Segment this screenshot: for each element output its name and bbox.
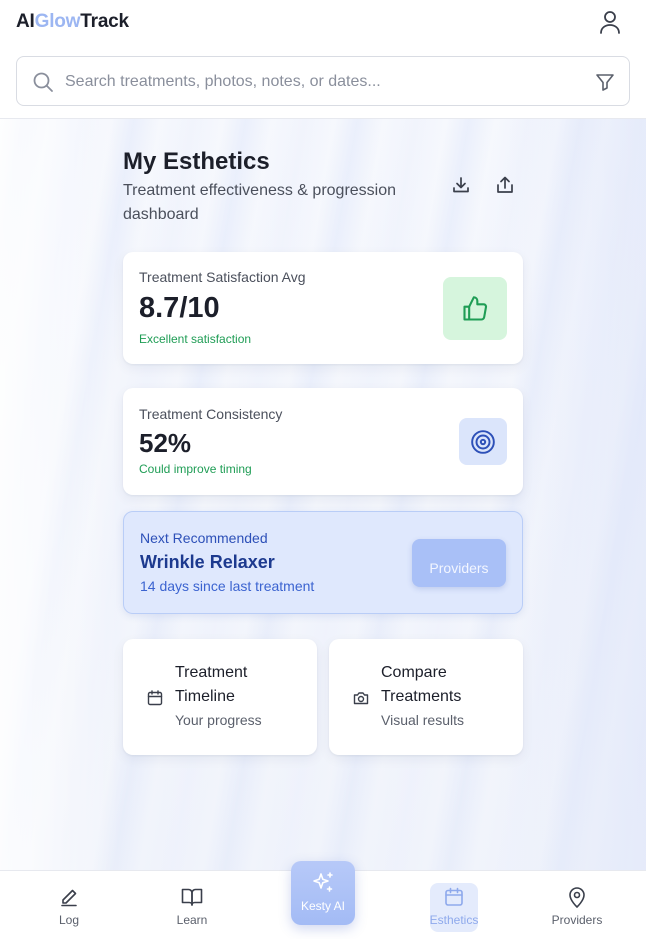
stat-icon-box (443, 277, 507, 340)
nav-providers[interactable]: Providers (544, 871, 610, 939)
user-icon (600, 11, 620, 34)
brand-track: Track (80, 11, 129, 32)
stat-label: Treatment Satisfaction Avg (139, 269, 306, 285)
stat-value: 8.7/10 (139, 292, 220, 324)
sparkles-icon (313, 872, 333, 892)
calendar-icon (147, 690, 163, 706)
tile-subtitle: Visual results (381, 712, 465, 728)
pencil-icon (61, 889, 77, 907)
stat-note: Could improve timing (139, 462, 252, 476)
search-bar (16, 56, 630, 106)
satisfaction-card: Treatment Satisfaction Avg 8.7/10 Excell… (123, 252, 523, 364)
share-button[interactable] (493, 173, 517, 197)
nav-label: Log (58, 913, 80, 927)
calendar-icon (445, 887, 463, 906)
stat-icon-box (459, 418, 507, 465)
tile-title: Treatment Timeline (175, 664, 248, 705)
top-bar: AIGlowTrack (0, 0, 646, 119)
download-icon (453, 177, 469, 193)
search-input[interactable] (65, 69, 565, 95)
nav-esthetics[interactable]: Esthetics (424, 871, 484, 939)
brand-ai: AI (16, 11, 35, 32)
treatment-timeline-tile[interactable]: Treatment Timeline Your progress (123, 639, 317, 755)
next-recommended-card: Next Recommended Wrinkle Relaxer 14 days… (123, 511, 523, 614)
share-icon (497, 176, 513, 193)
target-icon (471, 429, 495, 454)
page-title: My Esthetics (123, 148, 270, 175)
nav-label: Esthetics (429, 913, 479, 927)
recommendation-label: Next Recommended (140, 530, 268, 546)
kesty-ai-button[interactable]: Kesty AI (291, 861, 355, 925)
stat-label: Treatment Consistency (139, 406, 283, 422)
brand-glow: Glow (34, 11, 81, 32)
tile-subtitle: Your progress (175, 712, 262, 728)
compare-treatments-tile[interactable]: Compare Treatments Visual results (329, 639, 523, 755)
download-button[interactable] (449, 173, 473, 197)
nav-log[interactable]: Log (39, 871, 99, 939)
kesty-label: Kesty AI (300, 899, 346, 913)
stat-note: Excellent satisfaction (139, 332, 252, 346)
consistency-card: Treatment Consistency 52% Could improve … (123, 388, 523, 495)
page-subtitle: Treatment effectiveness & progression da… (123, 182, 397, 223)
nav-label: Providers (551, 913, 603, 927)
map-pin-icon (569, 887, 585, 908)
recommendation-note: 14 days since last treatment (140, 578, 315, 594)
user-profile-button[interactable] (596, 8, 624, 36)
nav-learn[interactable]: Learn (162, 871, 222, 939)
app-logo: AIGlowTrack (16, 11, 129, 33)
stat-value: 52% (139, 428, 192, 458)
providers-button[interactable]: Providers (412, 539, 506, 587)
filter-icon[interactable] (595, 72, 615, 92)
thumbs-up-icon (463, 295, 488, 321)
tile-title: Compare Treatments (381, 664, 462, 705)
search-icon (33, 72, 53, 92)
book-icon (181, 888, 203, 906)
camera-icon (353, 692, 369, 705)
recommendation-title: Wrinkle Relaxer (140, 552, 275, 572)
nav-label: Learn (176, 913, 208, 927)
